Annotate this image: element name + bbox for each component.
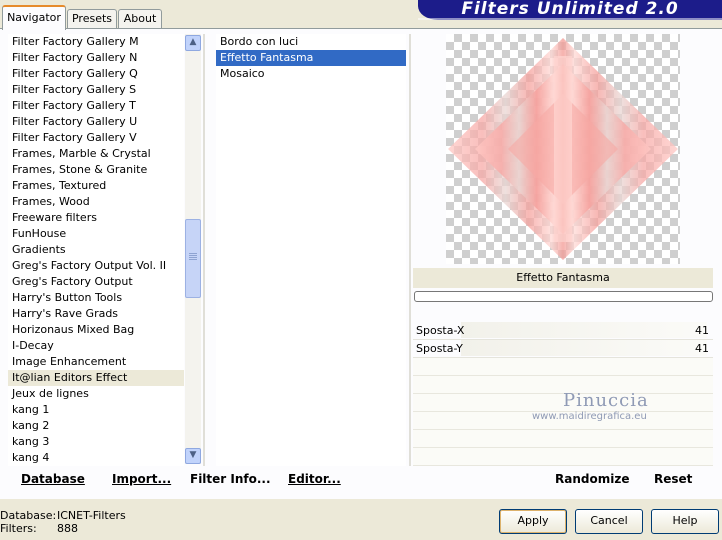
banner-title: Filters Unlimited 2.0 — [461, 0, 679, 19]
divider — [409, 34, 411, 466]
category-item[interactable]: Freeware filters — [8, 210, 184, 226]
watermark-name: Pinuccia — [563, 390, 649, 411]
category-item[interactable]: Image Enhancement — [8, 354, 184, 370]
title-banner: Filters Unlimited 2.0 — [418, 0, 722, 20]
import-button[interactable]: Import... — [112, 472, 171, 486]
filter-item[interactable]: Effetto Fantasma — [216, 50, 406, 66]
category-item[interactable]: Filter Factory Gallery T — [8, 98, 184, 114]
category-item[interactable]: Frames, Marble & Crystal — [8, 146, 184, 162]
param-value: 41 — [695, 324, 709, 337]
category-item[interactable]: kang 4 — [8, 450, 184, 466]
param-name: Sposta-X — [416, 324, 465, 337]
tab-about[interactable]: About — [118, 9, 162, 28]
category-item[interactable]: Frames, Wood — [8, 194, 184, 210]
category-item[interactable]: Gradients — [8, 242, 184, 258]
triangle-down-icon: ▼ — [189, 450, 197, 460]
param-row-empty — [413, 430, 713, 448]
filter-list[interactable]: Bordo con luci Effetto Fantasma Mosaico — [216, 34, 406, 466]
database-value: ICNET-Filters — [57, 509, 126, 522]
category-item[interactable]: Filter Factory Gallery V — [8, 130, 184, 146]
preview-image — [446, 34, 680, 264]
grip-icon — [189, 253, 197, 261]
divider — [203, 34, 205, 466]
filters-label: Filters: — [0, 522, 37, 535]
triangle-up-icon: ▲ — [189, 37, 197, 47]
category-item[interactable]: Filter Factory Gallery Q — [8, 66, 184, 82]
category-item[interactable]: Jeux de lignes — [8, 386, 184, 402]
filter-item[interactable]: Mosaico — [216, 66, 406, 82]
cancel-button[interactable]: Cancel — [575, 509, 643, 534]
category-item[interactable]: Greg's Factory Output Vol. II — [8, 258, 184, 274]
randomize-button[interactable]: Randomize — [555, 472, 629, 486]
category-list[interactable]: Filter Factory Gallery M Filter Factory G… — [8, 34, 184, 466]
category-item[interactable]: Filter Factory Gallery S — [8, 82, 184, 98]
watermark-url: www.maidiregrafica.eu — [532, 411, 647, 422]
param-slider[interactable] — [461, 340, 707, 356]
scroll-thumb[interactable] — [185, 219, 201, 298]
category-item[interactable]: Frames, Textured — [8, 178, 184, 194]
param-row-sposta-x[interactable]: Sposta-X 41 — [413, 322, 713, 340]
database-label: Database: — [0, 509, 57, 522]
category-item[interactable]: Harry's Button Tools — [8, 290, 184, 306]
reset-button[interactable]: Reset — [654, 472, 692, 486]
filter-item[interactable]: Bordo con luci — [216, 34, 406, 50]
category-item[interactable]: Filter Factory Gallery M — [8, 34, 184, 50]
filters-value: 888 — [57, 522, 78, 535]
tab-presets[interactable]: Presets — [67, 9, 117, 28]
category-item[interactable]: Filter Factory Gallery N — [8, 50, 184, 66]
database-button[interactable]: Database — [21, 472, 85, 486]
category-item[interactable]: Greg's Factory Output — [8, 274, 184, 290]
category-scrollbar[interactable]: ▲ ▼ — [185, 34, 201, 464]
param-value: 41 — [695, 342, 709, 355]
scroll-up-button[interactable]: ▲ — [185, 35, 201, 51]
param-row-empty — [413, 448, 713, 466]
editor-button[interactable]: Editor... — [288, 472, 341, 486]
category-item[interactable]: kang 1 — [8, 402, 184, 418]
param-name: Sposta-Y — [416, 342, 463, 355]
current-filter-label: Effetto Fantasma — [413, 268, 713, 288]
category-item[interactable]: Harry's Rave Grads — [8, 306, 184, 322]
category-item[interactable]: FunHouse — [8, 226, 184, 242]
category-item[interactable]: Horizonaus Mixed Bag — [8, 322, 184, 338]
progress-bar — [414, 291, 713, 302]
param-row-empty — [413, 358, 713, 376]
scroll-down-button[interactable]: ▼ — [185, 448, 201, 464]
category-item[interactable]: kang 2 — [8, 418, 184, 434]
param-slider[interactable] — [461, 322, 707, 338]
category-item[interactable]: I-Decay — [8, 338, 184, 354]
ghost-effect-preview — [448, 38, 678, 260]
tab-navigator[interactable]: Navigator — [2, 5, 66, 30]
category-item[interactable]: Frames, Stone & Granite — [8, 162, 184, 178]
category-item[interactable]: Filter Factory Gallery U — [8, 114, 184, 130]
param-row-sposta-y[interactable]: Sposta-Y 41 — [413, 340, 713, 358]
category-item[interactable]: It@lian Editors Effect — [8, 370, 184, 386]
filter-info-button[interactable]: Filter Info... — [190, 472, 271, 486]
help-button[interactable]: Help — [651, 509, 719, 534]
apply-button[interactable]: Apply — [499, 509, 567, 534]
category-item[interactable]: kang 3 — [8, 434, 184, 450]
